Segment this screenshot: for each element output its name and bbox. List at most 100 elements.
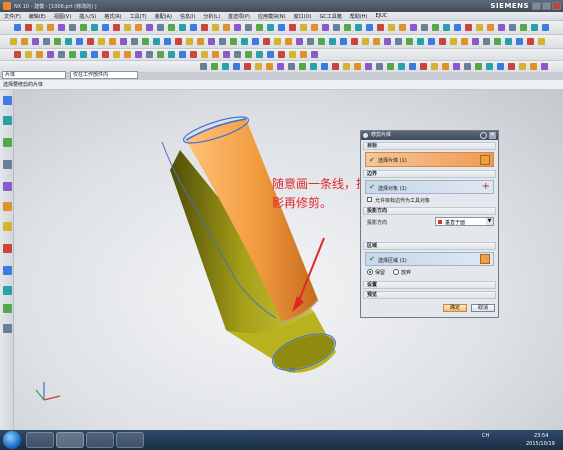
toolbar-icon[interactable] <box>384 38 391 45</box>
toolbar-icon[interactable] <box>36 51 43 58</box>
resource-bar-icon[interactable] <box>3 286 12 295</box>
trimmed-sheet-body[interactable] <box>161 112 340 377</box>
toolbar-icon[interactable] <box>142 38 149 45</box>
type-filter-dropdown[interactable]: 片体 <box>2 71 66 79</box>
dialog-reset-icon[interactable] <box>480 132 487 139</box>
toolbar-icon[interactable] <box>542 24 549 31</box>
toolbar-icon[interactable] <box>211 63 218 70</box>
toolbar-icon[interactable] <box>520 24 527 31</box>
toolbar-icon[interactable] <box>179 51 186 58</box>
toolbar-icon[interactable] <box>443 24 450 31</box>
menu-insert[interactable]: 插入(S) <box>79 13 96 20</box>
toolbar-icon[interactable] <box>351 38 358 45</box>
toolbar-icon[interactable] <box>439 38 446 45</box>
keep-radio[interactable] <box>367 269 373 275</box>
toolbar-icon[interactable] <box>432 24 439 31</box>
toolbar-icon[interactable] <box>461 38 468 45</box>
toolbar-icon[interactable] <box>494 38 501 45</box>
toolbar-icon[interactable] <box>410 24 417 31</box>
toolbar-icon[interactable] <box>406 38 413 45</box>
toolbar-icon[interactable] <box>233 63 240 70</box>
toolbar-icon[interactable] <box>186 38 193 45</box>
toolbar-icon[interactable] <box>395 38 402 45</box>
dialog-close-icon[interactable]: ✕ <box>489 132 496 139</box>
toolbar-icon[interactable] <box>256 51 263 58</box>
taskbar-app-4[interactable] <box>116 432 144 448</box>
toolbar-icon[interactable] <box>87 38 94 45</box>
toolbar-icon[interactable] <box>344 24 351 31</box>
toolbar-icon[interactable] <box>318 38 325 45</box>
toolbar-icon[interactable] <box>307 38 314 45</box>
toolbar-icon[interactable] <box>222 63 229 70</box>
toolbar-icon[interactable] <box>124 24 131 31</box>
toolbar-icon[interactable] <box>365 63 372 70</box>
toolbar-icon[interactable] <box>388 24 395 31</box>
section-projection[interactable]: 投影方向 <box>363 207 496 215</box>
toolbar-icon[interactable] <box>131 38 138 45</box>
toolbar-icon[interactable] <box>487 24 494 31</box>
toolbar-icon[interactable] <box>299 63 306 70</box>
toolbar-icon[interactable] <box>285 38 292 45</box>
toolbar-icon[interactable] <box>376 63 383 70</box>
toolbar-icon[interactable] <box>157 24 164 31</box>
toolbar-icon[interactable] <box>201 51 208 58</box>
toolbar-icon[interactable] <box>377 24 384 31</box>
toolbar-icon[interactable] <box>244 63 251 70</box>
toolbar-icon[interactable] <box>245 51 252 58</box>
toolbar-icon[interactable] <box>113 24 120 31</box>
discard-radio[interactable] <box>393 269 399 275</box>
toolbar-icon[interactable] <box>329 38 336 45</box>
toolbar-icon[interactable] <box>223 51 230 58</box>
toolbar-icon[interactable] <box>417 38 424 45</box>
taskbar-app-1[interactable] <box>26 432 54 448</box>
section-settings[interactable]: 设置 <box>363 281 496 289</box>
toolbar-icon[interactable] <box>289 51 296 58</box>
menu-window[interactable]: 窗口(O) <box>294 13 312 20</box>
toolbar-icon[interactable] <box>255 63 262 70</box>
menu-information[interactable]: 信息(I) <box>180 13 195 20</box>
toolbar-icon[interactable] <box>497 63 504 70</box>
toolbar-icon[interactable] <box>146 24 153 31</box>
toolbar-icon[interactable] <box>300 24 307 31</box>
toolbar-icon[interactable] <box>76 38 83 45</box>
menu-analysis[interactable]: 分析(L) <box>203 13 220 20</box>
toolbar-icon[interactable] <box>197 38 204 45</box>
toolbar-icon[interactable] <box>530 63 537 70</box>
cancel-button[interactable]: 取消 <box>471 304 495 312</box>
toolbar-icon[interactable] <box>14 24 21 31</box>
ime-indicator[interactable]: CH <box>482 433 489 439</box>
toolbar-icon[interactable] <box>252 38 259 45</box>
resource-bar-icon[interactable] <box>3 116 12 125</box>
resource-bar-icon[interactable] <box>3 160 12 169</box>
toolbar-icon[interactable] <box>538 38 545 45</box>
region-select-icon[interactable] <box>480 254 490 264</box>
menu-edit[interactable]: 编辑(E) <box>29 13 46 20</box>
toolbar-icon[interactable] <box>333 24 340 31</box>
toolbar-icon[interactable] <box>69 24 76 31</box>
toolbar-icon[interactable] <box>421 24 428 31</box>
toolbar-icon[interactable] <box>527 38 534 45</box>
section-preview[interactable]: 预览 <box>363 291 496 299</box>
toolbar-icon[interactable] <box>453 63 460 70</box>
toolbar-icon[interactable] <box>288 63 295 70</box>
toolbar-icon[interactable] <box>296 38 303 45</box>
toolbar-icon[interactable] <box>80 24 87 31</box>
toolbar-icon[interactable] <box>509 24 516 31</box>
menu-assembly[interactable]: 装配(A) <box>155 13 172 20</box>
toolbar-icon[interactable] <box>190 24 197 31</box>
toolbar-icon[interactable] <box>164 38 171 45</box>
toolbar-icon[interactable] <box>32 38 39 45</box>
toolbar-icon[interactable] <box>354 63 361 70</box>
toolbar-icon[interactable] <box>25 51 32 58</box>
toolbar-icon[interactable] <box>442 63 449 70</box>
toolbar-icon[interactable] <box>387 63 394 70</box>
projection-direction-dropdown[interactable]: 垂直于面 ▼ <box>435 217 494 226</box>
toolbar-icon[interactable] <box>267 24 274 31</box>
menu-file[interactable]: 文件(F) <box>4 13 21 20</box>
toolbar-icon[interactable] <box>168 24 175 31</box>
toolbar-icon[interactable] <box>450 38 457 45</box>
toolbar-icon[interactable] <box>531 24 538 31</box>
menu-tools[interactable]: 工具(T) <box>130 13 147 20</box>
toolbar-icon[interactable] <box>398 63 405 70</box>
toolbar-icon[interactable] <box>289 24 296 31</box>
